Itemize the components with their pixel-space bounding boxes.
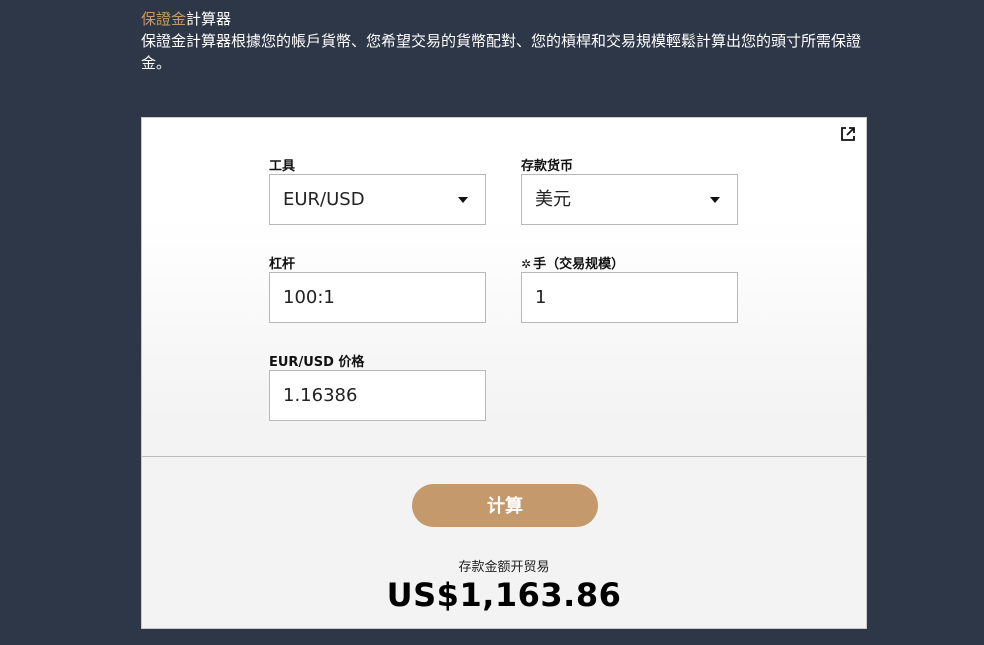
page-title: 保證金計算器 [141, 8, 881, 30]
page-title-rest: 計算器 [186, 10, 232, 28]
lots-input[interactable]: 1 [521, 272, 738, 323]
price-value: 1.16386 [283, 385, 358, 406]
instrument-label: 工具 [269, 159, 296, 174]
deposit-currency-value: 美元 [535, 189, 571, 210]
result-label: 存款金额开贸易 [458, 560, 550, 575]
price-label: EUR/USD 价格 [269, 355, 365, 370]
instrument-select[interactable]: EUR/USD [269, 174, 486, 225]
caret-down-icon [458, 197, 468, 203]
margin-calculator-card: 工具 EUR/USD 存款货币 美元 杠杆 100:1 ✲ 手（交易规模） 1 E… [141, 117, 867, 629]
page-description: 保證金計算器根據您的帳戶貨幣、您希望交易的貨幣配對、您的槓桿和交易規模輕鬆計算出… [141, 32, 862, 72]
result-value: US$1,163.86 [386, 576, 622, 614]
gear-icon[interactable]: ✲ [521, 257, 531, 271]
deposit-currency-label: 存款货币 [521, 159, 574, 174]
external-link-icon[interactable] [840, 126, 856, 142]
page-header: 保證金計算器 保證金計算器根據您的帳戶貨幣、您希望交易的貨幣配對、您的槓桿和交易… [141, 8, 881, 74]
leverage-label: 杠杆 [269, 257, 296, 272]
divider [142, 456, 866, 457]
calculate-button[interactable]: 计算 [412, 484, 598, 527]
page-title-accent: 保證金 [141, 10, 187, 28]
leverage-value: 100:1 [283, 287, 335, 308]
lots-value: 1 [535, 287, 547, 308]
price-input[interactable]: 1.16386 [269, 370, 486, 421]
caret-down-icon [710, 197, 720, 203]
instrument-value: EUR/USD [283, 189, 365, 210]
deposit-currency-select[interactable]: 美元 [521, 174, 738, 225]
lots-label: ✲ 手（交易规模） [521, 253, 625, 275]
leverage-input[interactable]: 100:1 [269, 272, 486, 323]
